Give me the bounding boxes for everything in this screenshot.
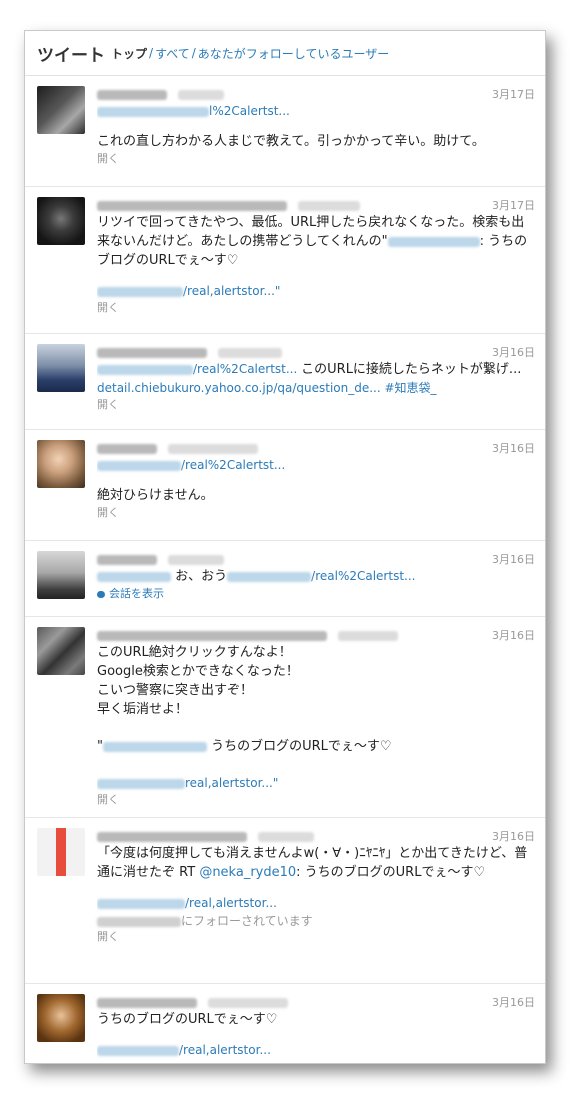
user-handle-redacted[interactable] xyxy=(168,554,225,565)
avatar[interactable] xyxy=(37,86,85,134)
tweet-item[interactable]: 3月16日 お、おう/real%2Calertst... 会話を表示 xyxy=(25,541,545,617)
user-name-redacted[interactable] xyxy=(97,443,157,454)
avatar[interactable] xyxy=(37,344,85,392)
tweet-date[interactable]: 3月17日 xyxy=(492,197,535,213)
avatar[interactable] xyxy=(37,994,85,1042)
expand-link[interactable]: 開く xyxy=(97,300,535,316)
tweet-link[interactable]: /real,alertstor... xyxy=(97,894,535,912)
tweet-item[interactable]: 3月16日 「今度は何度押しても消えませんよw(・∀・)ﾆﾔﾆﾔ」とか出てきたけ… xyxy=(25,818,545,984)
user-handle-redacted[interactable] xyxy=(168,443,259,454)
user-handle-redacted[interactable] xyxy=(178,89,225,100)
avatar[interactable] xyxy=(37,197,85,245)
tweet-item[interactable]: 3月16日 /real%2Calertst... このURLに接続したらネットが… xyxy=(25,334,545,430)
user-name-redacted[interactable] xyxy=(97,89,167,100)
mention-link[interactable]: @neka_ryde10 xyxy=(199,865,296,880)
tweet-item[interactable]: 3月16日 このURL絶対クリックすんなよ！ Google検索とかできなくなった… xyxy=(25,617,545,818)
tab-following[interactable]: あなたがフォローしているユーザー xyxy=(198,45,389,62)
tab-separator: / xyxy=(191,46,196,60)
tweet-text: お、おう/real%2Calertst... xyxy=(97,567,535,586)
mention-redacted[interactable] xyxy=(387,236,480,247)
quoted-text: " うちのブログのURLでぇ～す♡ xyxy=(97,739,392,754)
tweets-header: ツイート トップ / すべて / あなたがフォローしているユーザー xyxy=(25,31,545,76)
tweet-search-panel: ツイート トップ / すべて / あなたがフォローしているユーザー 3月17日 … xyxy=(24,30,546,1064)
tweet-link[interactable]: /real%2Calertst... xyxy=(97,456,535,474)
tweet-link[interactable]: /real%2Calertst... xyxy=(311,569,415,583)
tweet-date[interactable]: 3月16日 xyxy=(492,627,535,643)
tab-top[interactable]: トップ xyxy=(111,45,147,62)
user-name-redacted[interactable] xyxy=(97,554,157,565)
tab-separator: / xyxy=(149,46,154,60)
tweet-date[interactable]: 3月16日 xyxy=(492,440,535,456)
tweet-item[interactable]: 3月16日 /real%2Calertst... 絶対ひらけません。 開く xyxy=(25,430,545,541)
tweets-title: ツイート xyxy=(37,45,105,66)
tweet-item[interactable]: 3月17日 リツイで回ってきたやつ、最低。URL押したら戻れなくなった。検索も出… xyxy=(25,187,545,334)
user-name-redacted[interactable] xyxy=(97,997,197,1008)
tweet-text: 「今度は何度押しても消えませんよw(・∀・)ﾆﾔﾆﾔ」とか出てきたけど、普通に消… xyxy=(97,846,528,880)
tweet-text: 絶対ひらけません。 xyxy=(97,488,214,503)
tweet-link[interactable]: /real,alertstor... xyxy=(97,1041,535,1059)
hashtag[interactable]: #知恵袋_ xyxy=(385,381,437,395)
expand-link[interactable]: 開く xyxy=(97,151,535,167)
tweet-date[interactable]: 3月16日 xyxy=(492,344,535,360)
avatar[interactable] xyxy=(37,440,85,488)
tweet-date[interactable]: 3月17日 xyxy=(492,86,535,102)
show-conversation-link[interactable]: 会話を表示 xyxy=(97,586,535,602)
tweet-date[interactable]: 3月16日 xyxy=(492,551,535,567)
tweet-date[interactable]: 3月16日 xyxy=(492,828,535,844)
avatar[interactable] xyxy=(37,828,85,876)
user-name-redacted[interactable] xyxy=(97,630,327,641)
expand-link[interactable]: 開く xyxy=(97,929,535,945)
user-handle-redacted[interactable] xyxy=(218,347,283,358)
expand-link[interactable]: 開く xyxy=(97,505,535,521)
tweet-link[interactable]: l%2Calertst... xyxy=(97,102,535,120)
user-name-redacted[interactable] xyxy=(97,831,247,842)
expand-link[interactable]: 開く xyxy=(97,792,535,808)
user-name-redacted[interactable] xyxy=(97,347,207,358)
user-handle-redacted[interactable] xyxy=(258,831,315,842)
user-name-redacted[interactable] xyxy=(97,200,287,211)
tab-all[interactable]: すべて xyxy=(155,45,190,62)
followed-by-note: にフォローされています xyxy=(97,912,535,929)
tweet-item[interactable]: 3月16日 うちのブログのURLでぇ～す♡ /real,alertstor... xyxy=(25,984,545,1063)
tweet-text: うちのブログのURLでぇ～す♡ xyxy=(97,1012,278,1027)
tweet-text: これの直し方わかる人まじで教えて。引っかかって辛い。助けて。 xyxy=(97,134,485,149)
expand-link[interactable]: 開く xyxy=(97,397,535,413)
speech-bubble-icon xyxy=(97,590,105,598)
tweet-date[interactable]: 3月16日 xyxy=(492,994,535,1010)
tweet-link[interactable]: real,alertstor..." xyxy=(97,774,535,792)
tweet-link[interactable]: /real,alertstor..." xyxy=(97,282,535,300)
tweet-text: リツイで回ってきたやつ、最低。URL押したら戻れなくなった。検索も出来ないんだけ… xyxy=(97,215,528,268)
avatar[interactable] xyxy=(37,551,85,599)
tweet-item[interactable]: 3月17日 l%2Calertst... これの直し方わかる人まじで教えて。引っ… xyxy=(25,76,545,187)
avatar[interactable] xyxy=(37,627,85,675)
tweet-link[interactable]: detail.chiebukuro.yahoo.co.jp/qa/questio… xyxy=(97,379,535,397)
tweet-text: /real%2Calertst... このURLに接続したらネットが繋げ... xyxy=(97,360,535,379)
user-handle-redacted[interactable] xyxy=(208,997,289,1008)
user-handle-redacted[interactable] xyxy=(298,200,361,211)
user-handle-redacted[interactable] xyxy=(338,630,399,641)
tweet-text: このURL絶対クリックすんなよ！ Google検索とかできなくなった！ こいつ警… xyxy=(97,645,299,717)
mention-redacted[interactable] xyxy=(97,571,171,582)
mention-redacted[interactable] xyxy=(102,741,207,752)
